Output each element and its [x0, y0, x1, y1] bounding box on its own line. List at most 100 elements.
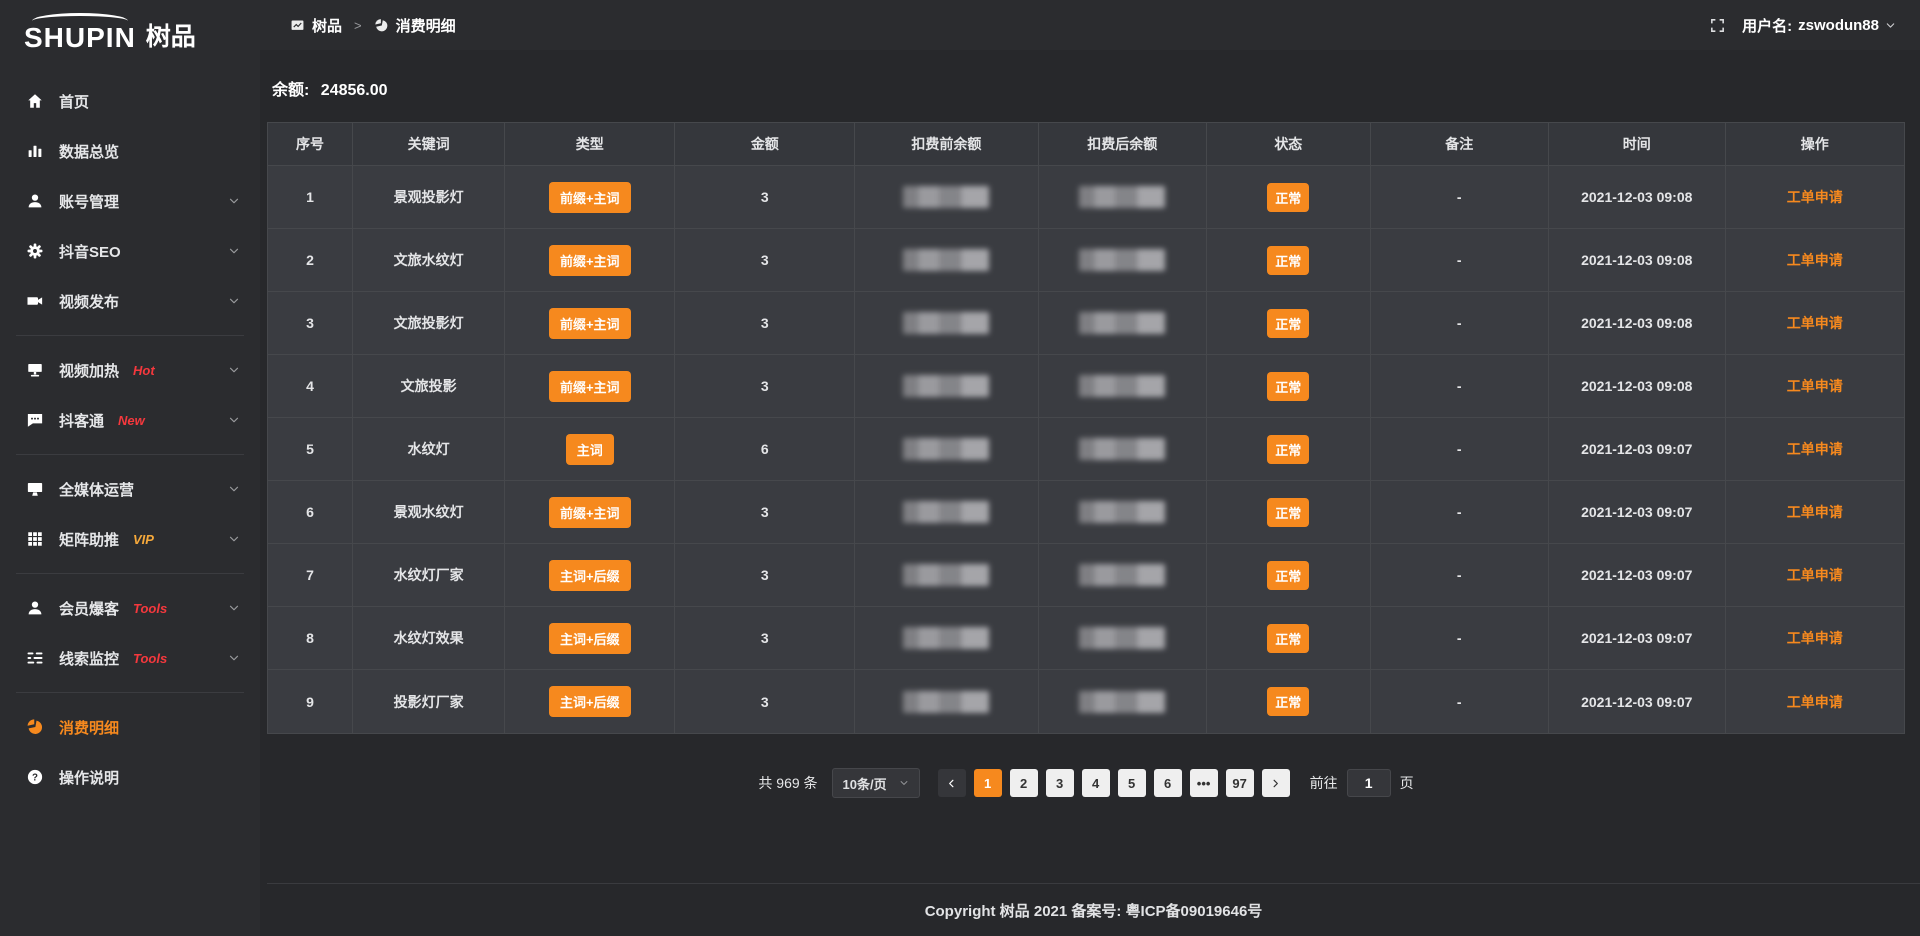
sidebar-item-member-baoke[interactable]: 会员爆客Tools	[0, 583, 260, 633]
sidebar-item-operation-guide[interactable]: 操作说明	[0, 752, 260, 802]
masked-balance-after	[1079, 186, 1165, 208]
cell-remark: -	[1371, 292, 1549, 355]
pagination-ellipsis[interactable]: •••	[1190, 769, 1218, 797]
fullscreen-icon[interactable]	[1709, 17, 1726, 34]
sidebar-item-douketong[interactable]: 抖客通New	[0, 395, 260, 445]
sidebar-item-video-publish[interactable]: 视频发布	[0, 276, 260, 326]
pagination-page-1[interactable]: 1	[974, 769, 1002, 797]
pagination-page-4[interactable]: 4	[1082, 769, 1110, 797]
cell-amount: 3	[675, 292, 855, 355]
status-badge: 正常	[1267, 435, 1309, 464]
sidebar-item-label: 抖音SEO	[59, 241, 121, 262]
cell-index: 3	[268, 292, 353, 355]
cell-action: 工单申请	[1726, 481, 1904, 544]
pagination-page-2[interactable]: 2	[1010, 769, 1038, 797]
sidebar-item-label: 矩阵助推	[59, 529, 119, 550]
page-size-select[interactable]: 10条/页	[832, 768, 920, 798]
pagination-prev-button[interactable]	[938, 769, 966, 797]
cell-type: 主词+后缀	[505, 607, 675, 670]
cell-action: 工单申请	[1726, 544, 1904, 607]
sidebar-item-all-media-operation[interactable]: 全媒体运营	[0, 464, 260, 514]
masked-balance-before	[903, 312, 989, 334]
sidebar-item-home[interactable]: 首页	[0, 76, 260, 126]
sidebar-item-badge: Hot	[133, 363, 155, 378]
cell-amount: 3	[675, 166, 855, 229]
cell-index: 4	[268, 355, 353, 418]
cell-keyword: 水纹灯	[353, 418, 505, 481]
breadcrumb-root[interactable]: 树品	[312, 15, 342, 36]
pagination-page-5[interactable]: 5	[1118, 769, 1146, 797]
sidebar-item-account-management[interactable]: 账号管理	[0, 176, 260, 226]
user-icon	[26, 192, 44, 210]
app-root: SHUPIN 树品 首页数据总览账号管理抖音SEO 视频发布视频加热Hot抖客通N…	[0, 0, 1920, 936]
table-header-row: 序号关键词类型金额扣费前余额扣费后余额状态备注时间操作	[268, 123, 1904, 166]
masked-balance-before	[903, 249, 989, 271]
sidebar-item-label: 账号管理	[59, 191, 119, 212]
breadcrumb: 树品 > 消费明细	[290, 15, 456, 36]
chevron-right-icon	[1270, 778, 1281, 789]
cell-remark: -	[1371, 166, 1549, 229]
pagination-page-3[interactable]: 3	[1046, 769, 1074, 797]
masked-balance-after	[1079, 501, 1165, 523]
cell-keyword: 景观水纹灯	[353, 481, 505, 544]
bar-chart-icon	[26, 142, 44, 160]
cell-type: 主词+后缀	[505, 544, 675, 607]
username-value: zswodun88	[1798, 17, 1879, 34]
cell-status: 正常	[1207, 670, 1371, 733]
pagination-page-97[interactable]: 97	[1226, 769, 1254, 797]
sidebar-item-label: 视频发布	[59, 291, 119, 312]
sidebar-item-clue-monitoring[interactable]: 线索监控Tools	[0, 633, 260, 683]
cell-remark: -	[1371, 481, 1549, 544]
breadcrumb-separator: >	[354, 18, 362, 33]
table-row: 9投影灯厂家主词+后缀3正常-2021-12-03 09:07工单申请	[268, 670, 1904, 733]
ticket-request-link[interactable]: 工单申请	[1787, 439, 1843, 459]
main-column: 树品 > 消费明细 用户名: zswodun88 余额: 24856.00	[260, 0, 1920, 936]
logo-mark: SHUPIN	[24, 22, 136, 54]
column-header: 扣费后余额	[1039, 123, 1208, 166]
ticket-request-link[interactable]: 工单申请	[1787, 628, 1843, 648]
ticket-request-link[interactable]: 工单申请	[1787, 250, 1843, 270]
sidebar-item-video-heating[interactable]: 视频加热Hot	[0, 345, 260, 395]
cell-remark: -	[1371, 670, 1549, 733]
ticket-request-link[interactable]: 工单申请	[1787, 502, 1843, 522]
pie-chart-icon	[26, 718, 44, 736]
column-header: 备注	[1371, 123, 1549, 166]
status-badge: 正常	[1267, 309, 1309, 338]
pagination-page-6[interactable]: 6	[1154, 769, 1182, 797]
pagination-next-button[interactable]	[1262, 769, 1290, 797]
goto-page-input[interactable]	[1347, 769, 1391, 797]
ticket-request-link[interactable]: 工单申请	[1787, 313, 1843, 333]
ticket-request-link[interactable]: 工单申请	[1787, 376, 1843, 396]
type-badge: 前缀+主词	[549, 308, 631, 339]
sidebar-item-douyin-seo[interactable]: 抖音SEO	[0, 226, 260, 276]
cell-amount: 3	[675, 355, 855, 418]
home-icon	[26, 92, 44, 110]
cell-balance-before	[855, 670, 1038, 733]
type-badge: 前缀+主词	[549, 245, 631, 276]
ticket-request-link[interactable]: 工单申请	[1787, 565, 1843, 585]
cell-balance-after	[1039, 355, 1208, 418]
sidebar-item-data-overview[interactable]: 数据总览	[0, 126, 260, 176]
column-header: 时间	[1549, 123, 1726, 166]
sidebar-item-consumption-details[interactable]: 消费明细	[0, 702, 260, 752]
cell-balance-after	[1039, 418, 1208, 481]
app-logo[interactable]: SHUPIN 树品	[0, 0, 260, 62]
type-badge: 主词+后缀	[549, 623, 631, 654]
cell-status: 正常	[1207, 355, 1371, 418]
chevron-down-icon	[228, 245, 240, 257]
ticket-request-link[interactable]: 工单申请	[1787, 187, 1843, 207]
user-menu[interactable]: 用户名: zswodun88	[1742, 15, 1896, 36]
sidebar: SHUPIN 树品 首页数据总览账号管理抖音SEO 视频发布视频加热Hot抖客通N…	[0, 0, 260, 936]
masked-balance-before	[903, 186, 989, 208]
type-badge: 前缀+主词	[549, 497, 631, 528]
cell-status: 正常	[1207, 481, 1371, 544]
balance-label: 余额:	[272, 82, 309, 99]
cell-index: 2	[268, 229, 353, 292]
cell-balance-before	[855, 607, 1038, 670]
cell-amount: 3	[675, 229, 855, 292]
chevron-down-icon	[228, 483, 240, 495]
ticket-request-link[interactable]: 工单申请	[1787, 692, 1843, 712]
table-row: 2文旅水纹灯前缀+主词3正常-2021-12-03 09:08工单申请	[268, 229, 1904, 292]
sidebar-item-matrix-boost[interactable]: 矩阵助推VIP	[0, 514, 260, 564]
masked-balance-after	[1079, 312, 1165, 334]
